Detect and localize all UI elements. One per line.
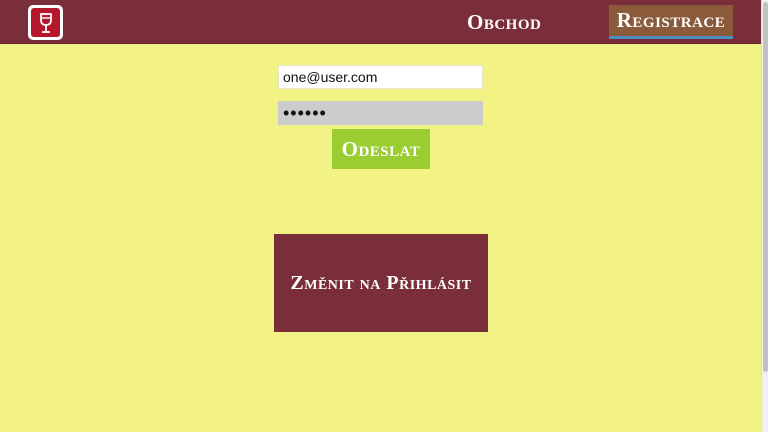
- register-button[interactable]: Registrace: [609, 5, 733, 39]
- navbar: Obchod Registrace: [0, 0, 761, 44]
- logo[interactable]: [28, 5, 63, 40]
- password-input[interactable]: [278, 101, 483, 125]
- submit-button[interactable]: Odeslat: [332, 129, 430, 169]
- scrollbar[interactable]: [761, 0, 768, 432]
- scrollbar-thumb[interactable]: [763, 2, 768, 372]
- email-input[interactable]: [278, 65, 483, 89]
- nav-link-shop[interactable]: Obchod: [467, 10, 541, 34]
- switch-to-login-button[interactable]: Změnit na Přihlásit: [274, 234, 488, 332]
- wine-glass-icon: [39, 12, 52, 33]
